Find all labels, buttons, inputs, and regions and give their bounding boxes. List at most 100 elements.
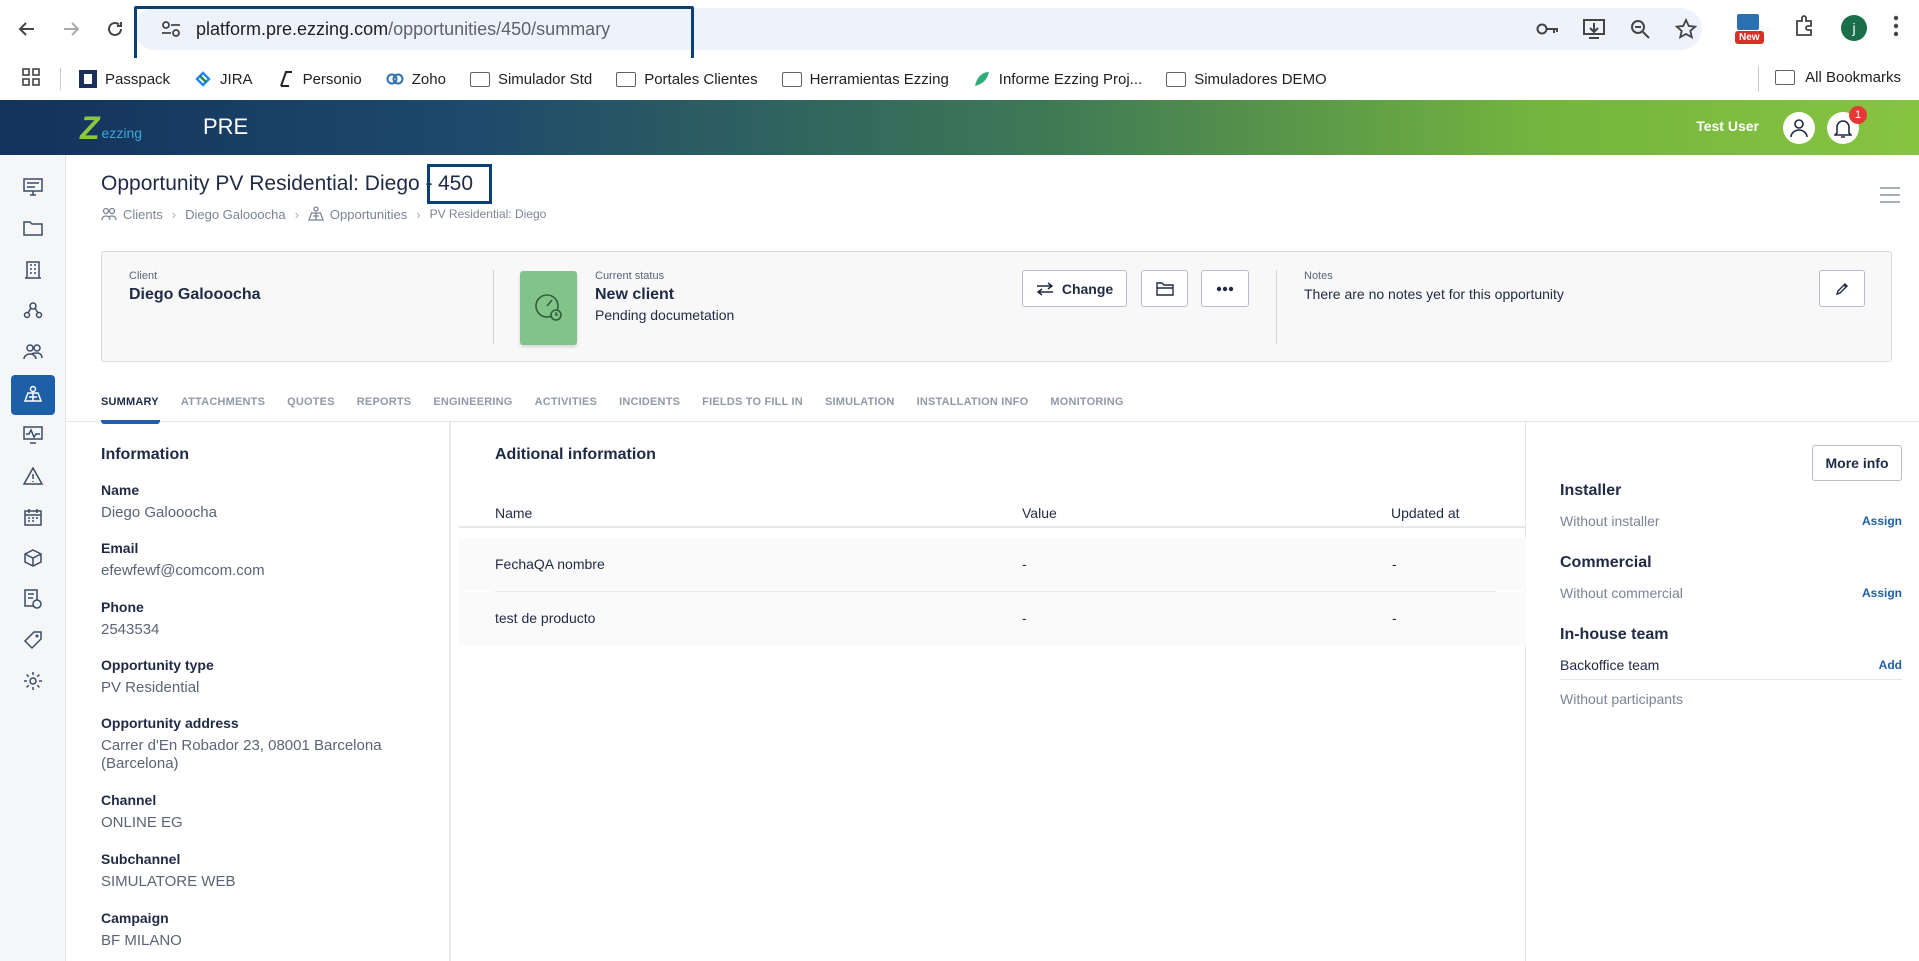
bookmark-jira[interactable]: JIRA (194, 70, 253, 88)
forward-icon[interactable] (56, 14, 86, 44)
tab-fields-to-fill-in[interactable]: FIELDS TO FILL IN (702, 396, 803, 408)
bookmark-label: Herramientas Ezzing (809, 70, 949, 88)
installer-title: Installer (1560, 482, 1622, 499)
passpack-icon (79, 70, 97, 88)
breadcrumb-label: Opportunities (329, 206, 408, 222)
bookmark-personio[interactable]: Personio (277, 70, 362, 88)
tab-installation-info[interactable]: INSTALLATION INFO (917, 396, 1029, 408)
edit-notes-button[interactable] (1819, 270, 1865, 307)
apps-grid-icon[interactable] (22, 68, 40, 90)
sidebar-billing-icon[interactable] (11, 579, 55, 619)
bookmarks-bar: Passpack JIRA Personio Zoho Simulador St… (0, 58, 1919, 100)
bookmark-passpack[interactable]: Passpack (79, 70, 170, 88)
table-row[interactable]: test de producto - - (459, 592, 1526, 645)
profile-avatar[interactable]: j (1841, 15, 1867, 41)
backoffice-divider (1560, 679, 1902, 680)
field-value: 2543534 (101, 621, 160, 638)
reload-icon[interactable] (100, 14, 130, 44)
open-folder-button[interactable] (1141, 270, 1188, 307)
bookmark-simulador-std[interactable]: Simulador Std (469, 71, 592, 88)
info-field-opportunity-type: Opportunity type PV Residential (101, 657, 421, 697)
user-avatar-icon[interactable] (1783, 112, 1815, 144)
status-name: New client (595, 286, 675, 303)
bookmark-label: JIRA (220, 70, 253, 88)
cell-value: - (1022, 610, 1027, 626)
install-app-icon[interactable] (1581, 16, 1607, 42)
sidebar-incidents-icon[interactable] (11, 456, 55, 496)
sidebar-clients-icon[interactable] (11, 331, 55, 371)
installer-value: Without installer (1560, 513, 1660, 529)
bookmarks-divider (60, 68, 61, 90)
sidebar-monitoring-icon[interactable] (11, 415, 55, 455)
assign-installer-link[interactable]: Assign (1862, 514, 1902, 528)
sidebar-building-icon[interactable] (11, 249, 55, 289)
sidebar-calendar-icon[interactable] (11, 497, 55, 537)
change-status-button[interactable]: Change (1022, 270, 1127, 307)
tab-quotes[interactable]: QUOTES (287, 396, 335, 408)
tab-simulation[interactable]: SIMULATION (825, 396, 895, 408)
commercial-value: Without commercial (1560, 585, 1683, 601)
key-icon[interactable] (1535, 16, 1561, 42)
page-menu-icon[interactable] (1879, 186, 1901, 204)
extensions-puzzle-icon[interactable] (1793, 14, 1815, 42)
zoom-icon[interactable] (1627, 16, 1653, 42)
sidebar-folder-icon[interactable] (11, 208, 55, 248)
tab-engineering[interactable]: ENGINEERING (433, 396, 512, 408)
all-bookmarks[interactable]: All Bookmarks (1775, 69, 1901, 86)
tab-incidents[interactable]: INCIDENTS (619, 396, 680, 408)
back-icon[interactable] (12, 14, 42, 44)
breadcrumb-label: PV Residential: Diego (429, 207, 547, 221)
tab-activities[interactable]: ACTIVITIES (535, 396, 598, 408)
field-value: Diego Galooocha (101, 504, 217, 521)
breadcrumb-client-name[interactable]: Diego Galooocha (185, 207, 285, 222)
bookmark-star-icon[interactable] (1673, 16, 1699, 42)
environment-label: PRE (203, 114, 249, 139)
more-actions-button[interactable] (1201, 270, 1249, 307)
breadcrumb-separator: › (294, 206, 299, 222)
info-field-phone: Phone 2543534 (101, 599, 421, 639)
client-name[interactable]: Diego Galooocha (129, 286, 261, 304)
page-title: Opportunity PV Residential: Diego - (101, 172, 433, 195)
sidebar-tag-icon[interactable] (11, 620, 55, 660)
extensions-area: New j (1735, 12, 1899, 44)
user-name[interactable]: Test User (1696, 118, 1759, 134)
sidebar-opportunities-icon[interactable] (11, 375, 55, 415)
bookmark-label: Portales Clientes (644, 70, 758, 88)
swap-icon (1036, 281, 1054, 296)
new-badge: New (1735, 31, 1764, 44)
title-highlight-box (427, 164, 492, 204)
tab-monitoring[interactable]: MONITORING (1050, 396, 1123, 408)
jira-icon (195, 71, 211, 87)
breadcrumb-clients[interactable]: Clients (101, 207, 163, 222)
sidebar-dashboard-icon[interactable] (11, 167, 55, 207)
new-extension-icon[interactable]: New (1735, 12, 1767, 44)
ezzing-logo[interactable]: Z ezzing (80, 112, 142, 144)
assign-commercial-link[interactable]: Assign (1862, 586, 1902, 600)
bookmark-label: Informe Ezzing Proj... (998, 70, 1143, 88)
bookmark-label: Passpack (105, 70, 171, 88)
status-substatus: Pending documetation (595, 307, 735, 323)
add-backoffice-link[interactable]: Add (1879, 658, 1902, 672)
bookmark-informe-ezzing[interactable]: Informe Ezzing Proj... (973, 70, 1142, 88)
tab-attachments[interactable]: ATTACHMENTS (181, 396, 265, 408)
bookmark-simuladores-demo[interactable]: Simuladores DEMO (1166, 71, 1327, 88)
sidebar-settings-icon[interactable] (11, 661, 55, 701)
pencil-icon (1835, 282, 1848, 295)
sidebar-network-icon[interactable] (11, 290, 55, 330)
bookmark-herramientas-ezzing[interactable]: Herramientas Ezzing (781, 70, 949, 88)
browser-menu-icon[interactable] (1893, 15, 1899, 42)
field-label: Email (101, 540, 139, 556)
sidebar-box-icon[interactable] (11, 538, 55, 578)
more-info-button[interactable]: More info (1812, 445, 1902, 481)
tab-summary[interactable]: SUMMARY (101, 396, 159, 408)
table-row[interactable]: FechaQA nombre - - (459, 538, 1526, 591)
backoffice-team-label: Backoffice team (1560, 657, 1660, 673)
breadcrumb-separator: › (416, 206, 421, 222)
bookmark-portales-clientes[interactable]: Portales Clientes (616, 70, 758, 88)
information-title: Information (101, 446, 189, 463)
bookmark-label: Zoho (411, 70, 446, 88)
tab-reports[interactable]: REPORTS (357, 396, 412, 408)
bookmark-zoho[interactable]: Zoho (386, 71, 446, 88)
breadcrumb-opportunities[interactable]: Opportunities (307, 206, 408, 222)
info-field-name: Name Diego Galooocha (101, 482, 421, 522)
